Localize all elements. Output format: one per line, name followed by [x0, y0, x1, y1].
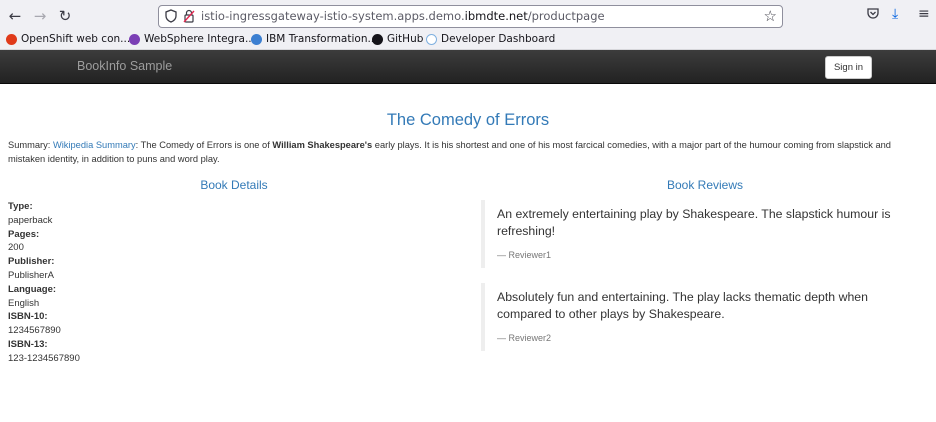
detail-label: Pages: [8, 228, 40, 240]
reviewer-name: — Reviewer2 [497, 333, 552, 343]
summary-author: William Shakespeare's [272, 140, 373, 150]
detail-value: 200 [8, 242, 24, 254]
url-text[interactable]: istio-ingressgateway-istio-system.apps.d… [201, 9, 605, 23]
summary-text: : The Comedy of Errors is one of [135, 140, 273, 150]
review-item: An extremely entertaining play by Shakes… [481, 200, 921, 268]
insecure-lock-icon[interactable] [183, 9, 195, 23]
shield-icon[interactable] [165, 9, 177, 23]
bookmark-label: IBM Transformation... [266, 33, 378, 45]
detail-label: Type: [8, 201, 33, 212]
app-navbar: BookInfo Sample Sign in [0, 50, 936, 84]
bookmark-github[interactable]: GitHub [372, 33, 423, 45]
browser-toolbar: ← → ↻ istio-ingressgateway-istio-system.… [0, 0, 936, 32]
pocket-icon[interactable] [866, 6, 880, 24]
bookmark-label: OpenShift web con... [21, 33, 131, 45]
detail-label: Language: [8, 283, 57, 295]
detail-value: PublisherA [8, 269, 54, 281]
review-item: Absolutely fun and entertaining. The pla… [481, 283, 921, 351]
openshift-icon [6, 33, 17, 45]
reload-icon[interactable]: ↻ [56, 7, 74, 25]
detail-label: ISBN-10: [8, 311, 48, 323]
url-bar[interactable]: istio-ingressgateway-istio-system.apps.d… [158, 5, 783, 28]
book-details-heading: Book Details [200, 178, 268, 192]
download-icon[interactable]: ⤓ [892, 6, 898, 22]
bookmark-label: Developer Dashboard [441, 33, 556, 45]
bookmark-label: WebSphere Integra... [144, 33, 255, 45]
menu-icon[interactable]: ≡ [918, 6, 930, 22]
review-text: An extremely entertaining play by Shakes… [497, 207, 891, 238]
reviewer-name: — Reviewer1 [497, 250, 552, 260]
websphere-icon [129, 33, 140, 45]
cloud-icon [426, 33, 437, 45]
bookmark-ibm-transformation[interactable]: IBM Transformation... [251, 33, 378, 45]
sign-in-button[interactable]: Sign in [825, 56, 872, 79]
book-reviews-heading: Book Reviews [666, 178, 744, 192]
forward-icon[interactable]: → [31, 7, 49, 25]
bookmarks-bar: OpenShift web con... WebSphere Integra..… [0, 32, 936, 50]
summary-prefix: Summary: [8, 140, 53, 150]
brand-link[interactable]: BookInfo Sample [77, 59, 172, 73]
bookmark-developer-dashboard[interactable]: Developer Dashboard [426, 33, 555, 45]
bookmark-openshift[interactable]: OpenShift web con... [6, 33, 130, 45]
ibm-icon [251, 33, 262, 45]
bookmark-star-icon[interactable]: ☆ [764, 7, 777, 25]
review-text: Absolutely fun and entertaining. The pla… [497, 290, 868, 321]
wikipedia-summary-link[interactable]: Wikipedia Summary [53, 140, 136, 150]
bookmark-label: GitHub [387, 33, 424, 45]
product-summary: Summary: Wikipedia Summary: The Comedy o… [8, 138, 930, 166]
detail-value: 123-1234567890 [8, 352, 80, 364]
page-title: The Comedy of Errors [386, 111, 550, 129]
back-icon[interactable]: ← [6, 7, 24, 25]
github-icon [372, 33, 383, 45]
bookmark-websphere[interactable]: WebSphere Integra... [129, 33, 255, 45]
book-details: Type: paperback Pages: 200 Publisher: Pu… [8, 200, 80, 366]
detail-value: 1234567890 [8, 325, 61, 337]
detail-label: Publisher: [8, 256, 55, 268]
detail-value: paperback [8, 214, 53, 226]
detail-label: ISBN-13: [8, 338, 48, 350]
detail-value: English [8, 297, 40, 309]
